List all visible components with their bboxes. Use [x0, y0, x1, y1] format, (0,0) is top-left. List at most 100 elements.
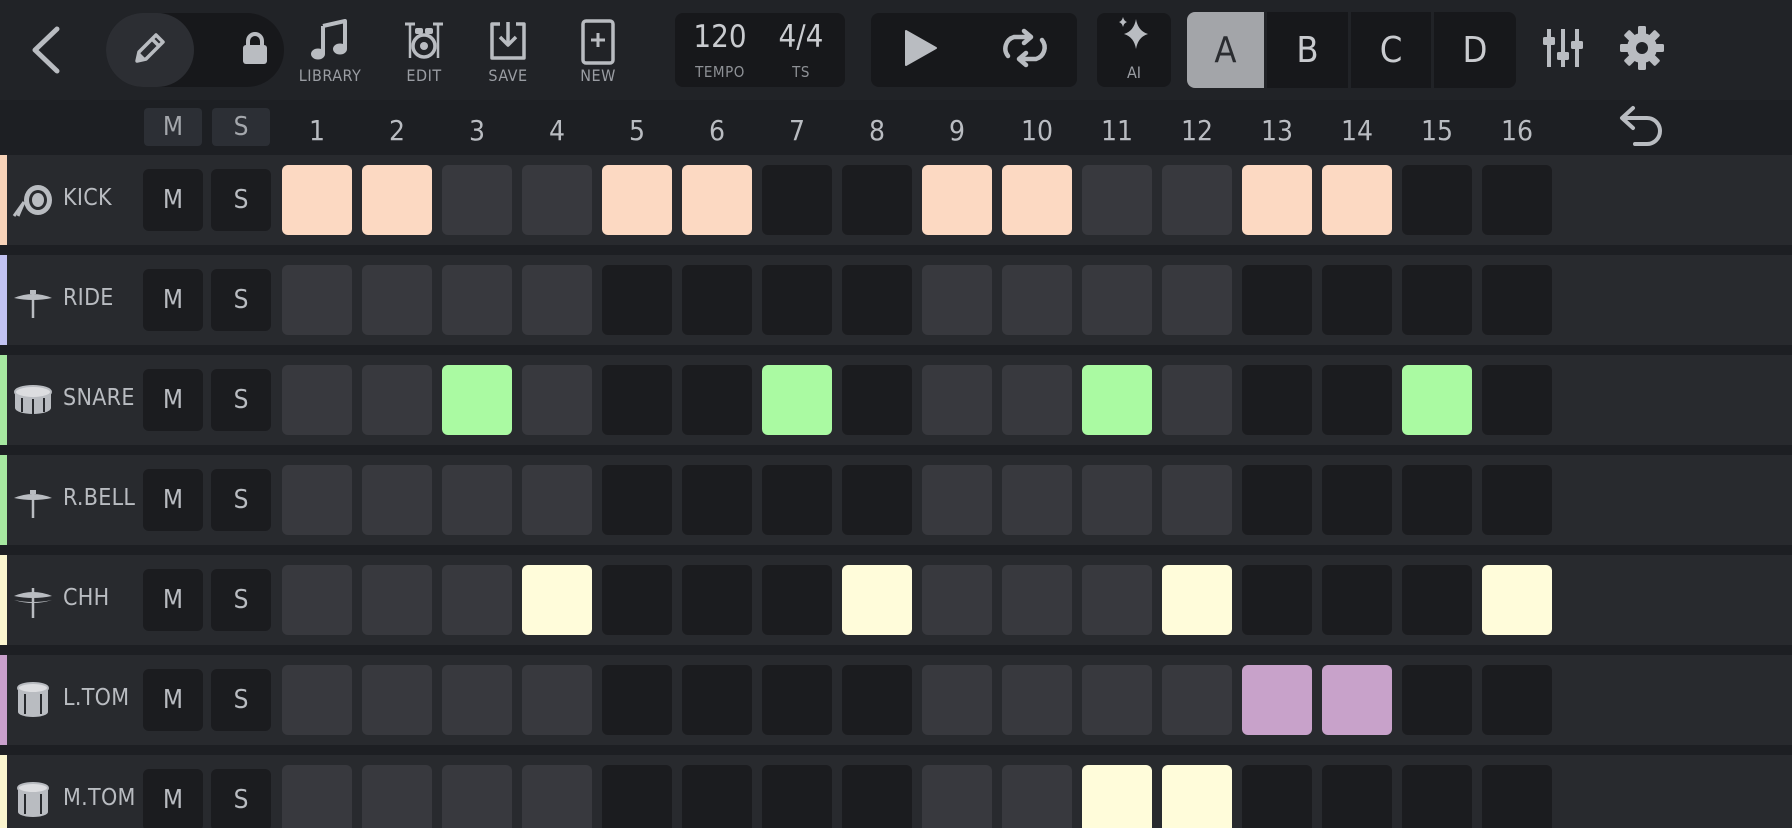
step-cell[interactable] [602, 365, 672, 435]
step-cell-active[interactable] [1242, 665, 1312, 735]
step-cell[interactable] [1242, 565, 1312, 635]
mute-button[interactable]: M [143, 269, 203, 331]
step-cell[interactable] [442, 665, 512, 735]
step-cell[interactable] [1482, 265, 1552, 335]
play-button[interactable] [890, 20, 950, 80]
step-cell[interactable] [682, 765, 752, 828]
step-cell[interactable] [1322, 465, 1392, 535]
step-cell[interactable] [362, 765, 432, 828]
track-name[interactable]: KICK [63, 185, 112, 211]
step-cell[interactable] [1322, 565, 1392, 635]
step-cell[interactable] [1162, 465, 1232, 535]
step-cell[interactable] [1402, 165, 1472, 235]
pattern-b-button[interactable]: B [1267, 12, 1351, 88]
step-cell[interactable] [1162, 665, 1232, 735]
step-cell[interactable] [842, 365, 912, 435]
step-cell[interactable] [522, 365, 592, 435]
step-cell-active[interactable] [1082, 765, 1152, 828]
step-cell[interactable] [922, 765, 992, 828]
step-cell[interactable] [1482, 665, 1552, 735]
step-cell[interactable] [602, 565, 672, 635]
loop-button[interactable] [995, 20, 1055, 80]
save-button[interactable]: SAVE [467, 14, 549, 88]
step-cell[interactable] [1402, 465, 1472, 535]
track-name[interactable]: CHH [63, 585, 110, 611]
mute-button[interactable]: M [143, 369, 203, 431]
step-cell-active[interactable] [1322, 165, 1392, 235]
step-cell[interactable] [842, 465, 912, 535]
step-cell[interactable] [842, 765, 912, 828]
step-cell[interactable] [522, 165, 592, 235]
step-cell-active[interactable] [762, 365, 832, 435]
step-cell[interactable] [1082, 465, 1152, 535]
step-cell[interactable] [1082, 265, 1152, 335]
step-cell[interactable] [1242, 465, 1312, 535]
step-cell[interactable] [522, 465, 592, 535]
mute-button[interactable]: M [143, 669, 203, 731]
step-cell-active[interactable] [922, 165, 992, 235]
track-name[interactable]: M.TOM [63, 785, 136, 811]
step-cell[interactable] [682, 265, 752, 335]
step-cell[interactable] [1322, 365, 1392, 435]
track-name[interactable]: L.TOM [63, 685, 129, 711]
step-cell[interactable] [1242, 265, 1312, 335]
library-button[interactable]: LIBRARY [289, 14, 371, 88]
step-cell-active[interactable] [1242, 165, 1312, 235]
step-cell[interactable] [762, 765, 832, 828]
step-cell[interactable] [762, 665, 832, 735]
step-cell[interactable] [1402, 765, 1472, 828]
step-cell[interactable] [842, 265, 912, 335]
mixer-button[interactable] [1535, 20, 1591, 80]
step-cell[interactable] [682, 465, 752, 535]
step-cell[interactable] [442, 265, 512, 335]
step-cell[interactable] [362, 265, 432, 335]
mute-button[interactable]: M [143, 169, 203, 231]
step-cell[interactable] [922, 565, 992, 635]
step-cell[interactable] [1322, 765, 1392, 828]
step-cell-active[interactable] [522, 565, 592, 635]
step-cell[interactable] [1002, 265, 1072, 335]
step-cell[interactable] [682, 365, 752, 435]
solo-button[interactable]: S [211, 569, 271, 631]
step-cell[interactable] [762, 165, 832, 235]
step-cell[interactable] [602, 765, 672, 828]
settings-button[interactable] [1614, 20, 1670, 80]
step-cell[interactable] [1002, 365, 1072, 435]
mute-button[interactable]: M [143, 469, 203, 531]
step-cell[interactable] [522, 265, 592, 335]
step-cell[interactable] [762, 465, 832, 535]
step-cell[interactable] [682, 565, 752, 635]
step-cell[interactable] [282, 765, 352, 828]
solo-all-header[interactable]: S [212, 108, 270, 146]
step-cell[interactable] [1082, 165, 1152, 235]
step-cell[interactable] [1162, 365, 1232, 435]
step-cell-active[interactable] [282, 165, 352, 235]
edit-kit-button[interactable]: EDIT [383, 14, 465, 88]
step-cell[interactable] [442, 765, 512, 828]
step-cell-active[interactable] [1162, 765, 1232, 828]
step-cell[interactable] [1402, 665, 1472, 735]
step-cell[interactable] [762, 565, 832, 635]
step-cell[interactable] [282, 365, 352, 435]
step-cell[interactable] [1002, 665, 1072, 735]
back-button[interactable] [22, 22, 70, 82]
step-cell[interactable] [522, 665, 592, 735]
step-cell-active[interactable] [442, 365, 512, 435]
solo-button[interactable]: S [211, 469, 271, 531]
time-signature-value[interactable]: 4/4 [766, 19, 836, 55]
step-cell[interactable] [442, 565, 512, 635]
solo-button[interactable]: S [211, 769, 271, 828]
step-cell-active[interactable] [1322, 665, 1392, 735]
step-cell[interactable] [922, 465, 992, 535]
pencil-mode-button[interactable] [106, 13, 194, 87]
step-cell-active[interactable] [842, 565, 912, 635]
mute-all-header[interactable]: M [144, 108, 202, 146]
step-cell[interactable] [442, 165, 512, 235]
step-cell-active[interactable] [362, 165, 432, 235]
step-cell-active[interactable] [1482, 565, 1552, 635]
step-cell[interactable] [1402, 265, 1472, 335]
step-cell[interactable] [842, 665, 912, 735]
step-cell[interactable] [762, 265, 832, 335]
step-cell[interactable] [842, 165, 912, 235]
step-cell[interactable] [1002, 565, 1072, 635]
